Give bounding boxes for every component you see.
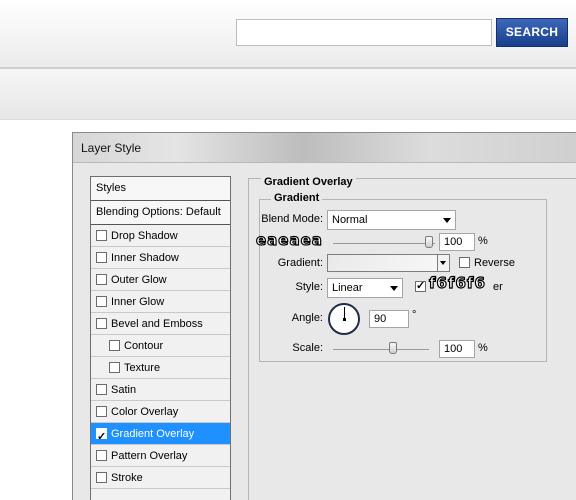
style-checkbox[interactable] xyxy=(96,296,107,307)
scale-unit: % xyxy=(478,342,488,354)
style-value: Linear xyxy=(332,282,363,294)
style-checkbox[interactable] xyxy=(96,384,107,395)
styles-list: Styles Blending Options: Default Drop Shad… xyxy=(90,176,231,500)
layer-style-dialog: Layer Style Styles Blending Options: Defa… xyxy=(72,132,576,500)
angle-unit: ° xyxy=(412,309,417,321)
chevron-down-icon xyxy=(390,286,398,291)
style-item-label: Pattern Overlay xyxy=(111,450,188,462)
style-item-color-overlay[interactable]: Color Overlay xyxy=(91,401,230,423)
scale-input[interactable]: 100 xyxy=(439,340,475,358)
search-input[interactable] xyxy=(236,19,492,46)
annotation-end-color: f6f6f6 xyxy=(428,273,486,292)
style-item-texture[interactable]: Texture xyxy=(91,357,230,379)
style-item-label: Inner Glow xyxy=(111,296,165,308)
style-item-inner-glow[interactable]: Inner Glow xyxy=(91,291,230,313)
style-item-satin[interactable]: Satin xyxy=(91,379,230,401)
style-checkbox[interactable] xyxy=(96,318,107,329)
style-item-inner-shadow[interactable]: Inner Shadow xyxy=(91,247,230,269)
reverse-label: Reverse xyxy=(474,257,515,269)
style-item-contour[interactable]: Contour xyxy=(91,335,230,357)
style-item-blending-options-default[interactable]: Blending Options: Default xyxy=(91,201,230,225)
section-title: Gradient Overlay xyxy=(261,176,356,188)
style-item-label: Blending Options: Default xyxy=(96,206,221,218)
style-item-gradient-overlay[interactable]: Gradient Overlay xyxy=(91,423,230,448)
style-checkbox[interactable] xyxy=(109,340,120,351)
nav-bar xyxy=(0,69,576,120)
style-item-label: Styles xyxy=(96,182,126,194)
angle-center xyxy=(343,318,346,321)
style-checkbox[interactable] xyxy=(96,472,107,483)
style-item-bevel-and-emboss[interactable]: Bevel and Emboss xyxy=(91,313,230,335)
dialog-title: Layer Style xyxy=(81,141,142,155)
style-item-label: Inner Shadow xyxy=(111,252,179,264)
align-with-layer-label: er xyxy=(493,281,503,293)
align-with-layer-checkbox[interactable] xyxy=(415,279,426,292)
gradient-label: Gradient: xyxy=(277,257,323,269)
blend-mode-label: Blend Mode: xyxy=(261,213,323,225)
style-item-label: Color Overlay xyxy=(111,406,179,418)
chevron-down-icon xyxy=(443,218,451,223)
group-title: Gradient xyxy=(271,192,323,204)
dialog-titlebar[interactable]: Layer Style xyxy=(73,133,576,163)
annotation-start-color: eaeaea xyxy=(255,230,323,249)
scale-label: Scale: xyxy=(292,342,323,354)
style-checkbox[interactable] xyxy=(96,252,107,263)
style-item-label: Outer Glow xyxy=(111,274,167,286)
style-checkbox[interactable] xyxy=(96,274,107,285)
style-item-outer-glow[interactable]: Outer Glow xyxy=(91,269,230,291)
blend-mode-select[interactable]: Normal xyxy=(327,210,456,230)
style-checkbox[interactable] xyxy=(109,362,120,373)
site-header: SEARCH xyxy=(0,0,576,68)
reverse-checkbox[interactable] xyxy=(459,257,470,268)
style-item-stroke[interactable]: Stroke xyxy=(91,467,230,489)
angle-input[interactable]: 90 xyxy=(369,310,409,328)
opacity-unit: % xyxy=(478,235,488,247)
style-checkbox[interactable] xyxy=(96,230,107,241)
style-item-pattern-overlay[interactable]: Pattern Overlay xyxy=(91,445,230,467)
scale-slider-thumb[interactable] xyxy=(389,342,397,354)
style-item-label: Stroke xyxy=(111,472,143,484)
opacity-slider-track[interactable] xyxy=(333,243,435,244)
style-checkbox[interactable] xyxy=(96,450,107,461)
style-item-label: Gradient Overlay xyxy=(111,428,195,440)
opacity-slider-thumb[interactable] xyxy=(425,236,433,248)
angle-dial[interactable] xyxy=(328,303,360,335)
style-item-label: Drop Shadow xyxy=(111,230,178,242)
blend-mode-value: Normal xyxy=(332,214,368,226)
style-item-label: Satin xyxy=(111,384,137,396)
style-checkbox[interactable] xyxy=(96,426,107,448)
style-item-drop-shadow[interactable]: Drop Shadow xyxy=(91,225,230,247)
style-checkbox[interactable] xyxy=(96,406,107,417)
style-item-label: Texture xyxy=(124,362,161,374)
style-item-label: Bevel and Emboss xyxy=(111,318,203,330)
search-button[interactable]: SEARCH xyxy=(496,18,568,47)
style-item-label: Contour xyxy=(124,340,164,352)
gradient-swatch[interactable] xyxy=(327,254,438,272)
style-label: Style: xyxy=(295,281,323,293)
opacity-input[interactable]: 100 xyxy=(439,233,475,251)
gradient-picker-arrow[interactable] xyxy=(438,254,450,272)
style-item-styles[interactable]: Styles xyxy=(91,177,230,201)
scale-slider-track[interactable] xyxy=(333,349,429,350)
angle-label: Angle: xyxy=(291,312,323,324)
style-select[interactable]: Linear xyxy=(327,278,403,298)
